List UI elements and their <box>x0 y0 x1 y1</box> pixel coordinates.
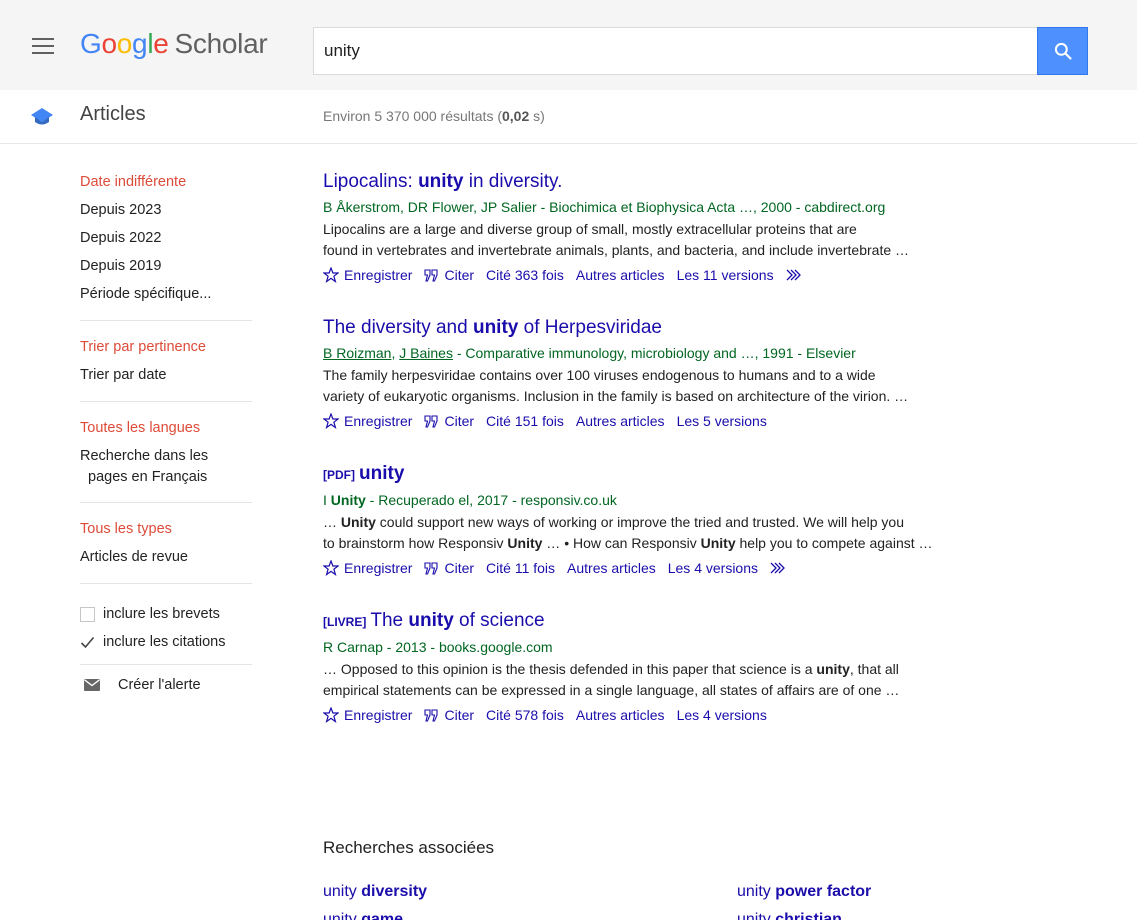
filter-since-2022[interactable]: Depuis 2022 <box>80 228 252 256</box>
related-search-link[interactable]: unity power factor <box>737 878 871 906</box>
result-actions: Enregistrer Citer Cité 11 fois Autres ar… <box>323 556 1043 580</box>
checkbox-unchecked <box>80 606 95 622</box>
type-all[interactable]: Tous les types <box>80 519 252 547</box>
section-label[interactable]: Articles <box>80 103 146 126</box>
result-title[interactable]: [PDF] unity <box>323 462 1043 487</box>
more-icon[interactable] <box>786 269 807 281</box>
star-icon <box>323 560 339 576</box>
save-link[interactable]: Enregistrer <box>323 409 412 433</box>
related-search-link[interactable]: unity christian <box>737 906 871 920</box>
cited-by-link[interactable]: Cité 11 fois <box>486 556 555 580</box>
related-articles-link[interactable]: Autres articles <box>576 703 665 727</box>
lang-all[interactable]: Toutes les langues <box>80 418 252 446</box>
type-review[interactable]: Articles de revue <box>80 547 252 575</box>
result-title[interactable]: The diversity and unity of Herpesviridae <box>323 316 1043 340</box>
cite-link[interactable]: Citer <box>424 703 474 727</box>
filter-since-2019[interactable]: Depuis 2019 <box>80 256 252 284</box>
cited-by-link[interactable]: Cité 578 fois <box>486 703 564 727</box>
versions-link[interactable]: Les 11 versions <box>677 263 774 287</box>
divider <box>80 583 252 584</box>
quote-icon <box>424 268 439 282</box>
book-tag: [LIVRE] <box>323 615 367 629</box>
results-list: Lipocalins: unity in diversity. B Åkerst… <box>323 170 1043 756</box>
check-icon <box>80 635 95 650</box>
filter-sidebar: Date indifférente Depuis 2023 Depuis 202… <box>80 172 252 699</box>
results-bar: Articles Environ 5 370 000 résultats (0,… <box>0 90 1137 144</box>
result-actions: Enregistrer Citer Cité 363 fois Autres a… <box>323 263 1043 287</box>
divider <box>80 320 252 321</box>
star-icon <box>323 267 339 283</box>
include-patents-checkbox[interactable]: inclure les brevets <box>80 600 252 628</box>
cite-link[interactable]: Citer <box>424 263 474 287</box>
quote-icon <box>424 708 439 722</box>
versions-link[interactable]: Les 4 versions <box>677 703 767 727</box>
result-snippet: Lipocalins are a large and diverse group… <box>323 221 910 258</box>
result-item: [PDF] unity I Unity - Recuperado el, 2017… <box>323 462 1043 580</box>
versions-link[interactable]: Les 4 versions <box>668 556 758 580</box>
result-item: The diversity and unity of Herpesviridae… <box>323 316 1043 433</box>
filter-since-2023[interactable]: Depuis 2023 <box>80 200 252 228</box>
result-authors: I Unity - Recuperado el, 2017 - responsi… <box>323 492 617 508</box>
result-authors: B Åkerstrom, DR Flower, JP Salier - Bioc… <box>323 199 886 215</box>
sort-relevance[interactable]: Trier par pertinence <box>80 337 252 365</box>
cited-by-link[interactable]: Cité 363 fois <box>486 263 564 287</box>
envelope-icon <box>84 679 100 691</box>
search-button[interactable] <box>1037 27 1088 75</box>
save-link[interactable]: Enregistrer <box>323 556 412 580</box>
sort-date[interactable]: Trier par date <box>80 365 252 393</box>
create-alert-link[interactable]: Créer l'alerte <box>80 671 252 699</box>
related-search-link[interactable]: unity game <box>323 906 427 920</box>
divider <box>80 664 252 665</box>
author-link[interactable]: J Baines <box>399 345 453 361</box>
author-link[interactable]: B Roizman <box>323 345 391 361</box>
star-icon <box>323 413 339 429</box>
filter-date-any[interactable]: Date indifférente <box>80 172 252 200</box>
result-snippet: … Opposed to this opinion is the thesis … <box>323 661 900 698</box>
related-articles-link[interactable]: Autres articles <box>576 409 665 433</box>
result-item: Lipocalins: unity in diversity. B Åkerst… <box>323 170 1043 287</box>
graduation-cap-icon <box>31 108 53 125</box>
lang-french[interactable]: Recherche dans les pages en Français <box>80 446 252 488</box>
result-snippet: The family herpesviridae contains over 1… <box>323 367 909 404</box>
filter-custom-period[interactable]: Période spécifique... <box>80 284 252 312</box>
divider <box>80 401 252 402</box>
related-searches-title: Recherches associées <box>323 838 495 857</box>
cite-link[interactable]: Citer <box>424 556 474 580</box>
result-item: [LIVRE] The unity of science R Carnap - 2… <box>323 609 1043 727</box>
logo[interactable]: Google Scholar <box>80 28 268 60</box>
result-title[interactable]: [LIVRE] The unity of science <box>323 609 1043 634</box>
versions-link[interactable]: Les 5 versions <box>677 409 767 433</box>
divider <box>80 502 252 503</box>
save-link[interactable]: Enregistrer <box>323 703 412 727</box>
star-icon <box>323 707 339 723</box>
cite-link[interactable]: Citer <box>424 409 474 433</box>
result-authors: B Roizman, J Baines - Comparative immuno… <box>323 345 856 361</box>
pdf-tag: [PDF] <box>323 468 355 482</box>
result-authors: R Carnap - 2013 - books.google.com <box>323 639 553 655</box>
menu-icon[interactable] <box>32 38 54 54</box>
result-snippet: … Unity could support new ways of workin… <box>323 514 933 551</box>
quote-icon <box>424 414 439 428</box>
result-count: Environ 5 370 000 résultats (0,02 s) <box>323 108 545 124</box>
result-actions: Enregistrer Citer Cité 578 fois Autres a… <box>323 703 1043 727</box>
search-icon <box>1054 42 1072 60</box>
related-search-link[interactable]: unity diversity <box>323 878 427 906</box>
more-icon[interactable] <box>770 562 791 574</box>
search-input[interactable] <box>324 41 1027 61</box>
include-citations-checkbox[interactable]: inclure les citations <box>80 628 252 656</box>
related-searches-col: unity diversity unity game <box>323 878 427 920</box>
result-title[interactable]: Lipocalins: unity in diversity. <box>323 170 1043 194</box>
save-link[interactable]: Enregistrer <box>323 263 412 287</box>
cited-by-link[interactable]: Cité 151 fois <box>486 409 564 433</box>
top-bar: Google Scholar <box>0 0 1137 90</box>
quote-icon <box>424 561 439 575</box>
related-articles-link[interactable]: Autres articles <box>576 263 665 287</box>
related-articles-link[interactable]: Autres articles <box>567 556 656 580</box>
result-actions: Enregistrer Citer Cité 151 fois Autres a… <box>323 409 1043 433</box>
related-searches-col: unity power factor unity christian <box>737 878 871 920</box>
search-box <box>313 27 1037 75</box>
